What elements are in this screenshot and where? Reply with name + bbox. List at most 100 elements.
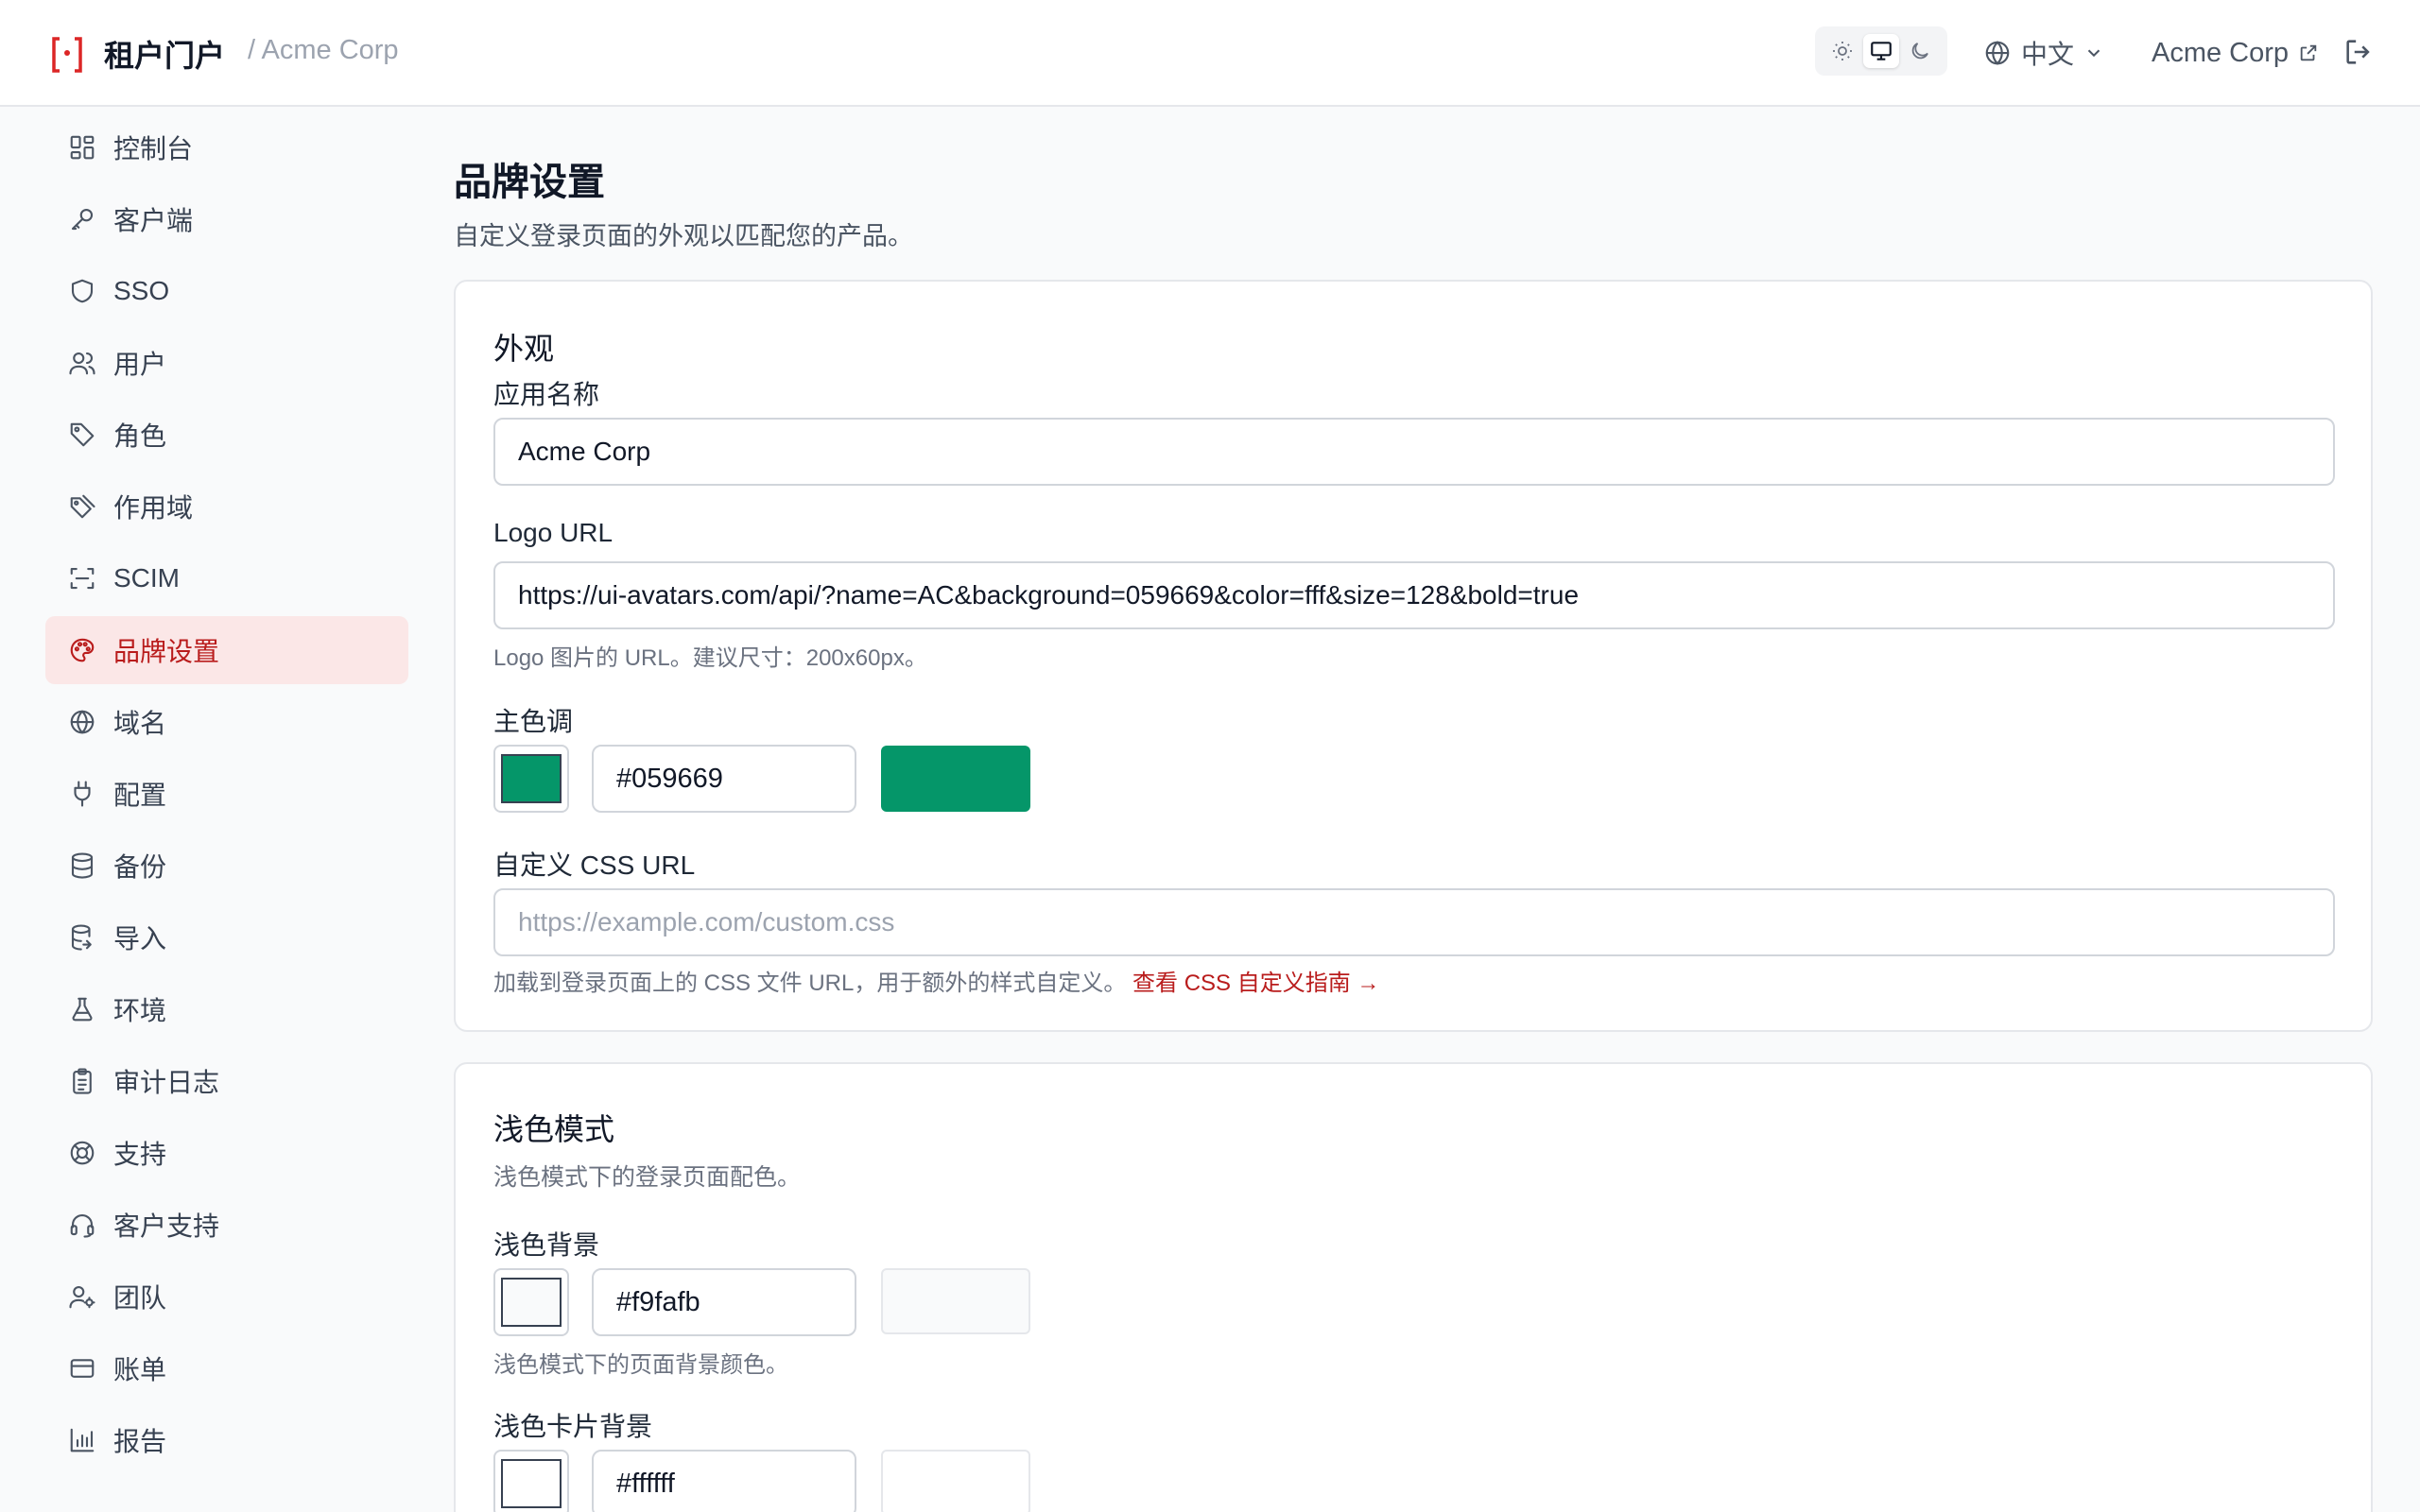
globe-icon [66,706,98,738]
breadcrumb-tenant: / Acme Corp [248,35,399,65]
sidebar-item-bar-chart[interactable]: 报告 [45,1406,408,1474]
headset-icon [66,1209,98,1241]
sidebar-item-database[interactable]: 备份 [45,832,408,900]
sidebar-item-label: SCIM [113,563,180,593]
sidebar-item-flask[interactable]: 环境 [45,975,408,1043]
users-icon [66,347,98,379]
flask-icon [66,993,98,1025]
css-guide-link[interactable]: 查看 CSS 自定义指南 → [1132,971,1379,996]
dashboard-icon [66,131,98,163]
sidebar-item-shield[interactable]: SSO [45,257,408,325]
sidebar-item-label: 品牌设置 [113,637,220,666]
app-name-label: 应用名称 [493,380,600,409]
sidebar-item-label: 导入 [113,924,167,954]
light-bg-hex-input[interactable] [592,1268,856,1336]
top-header: 租户门户 / Acme Corp 中文 Acme Corp [0,0,2420,107]
palette-icon [66,634,98,666]
light-bg-label: 浅色背景 [493,1230,600,1260]
tag-icon [66,419,98,451]
theme-switcher [1815,26,1947,76]
brand-logo-icon [52,37,82,73]
custom-css-help: 加载到登录页面上的 CSS 文件 URL，用于额外的样式自定义。 查看 CSS … [493,964,1379,997]
sidebar-item-label: 支持 [113,1140,167,1169]
light-bg-color-swatch [501,1278,562,1327]
sidebar-item-dashboard[interactable]: 控制台 [45,113,408,181]
sidebar-item-plug[interactable]: 配置 [45,760,408,828]
database-import-icon [66,921,98,954]
appearance-card: 外观 应用名称 Logo URL Logo 图片的 URL。建议尺寸：200x6… [454,280,2373,1032]
light-bg-color-picker[interactable] [493,1268,569,1336]
primary-color-picker[interactable] [493,745,569,813]
light-mode-card-title: 浅色模式 [493,1112,615,1146]
brand-title: 租户门户 [104,39,226,73]
sidebar-item-scan[interactable]: SCIM [45,544,408,612]
sidebar-item-team[interactable]: 团队 [45,1263,408,1331]
moon-icon [1911,43,1928,60]
primary-color-swatch [501,754,562,803]
light-bg-preview [881,1268,1030,1334]
logo-url-input[interactable] [493,561,2335,629]
appearance-card-title: 外观 [493,332,555,366]
sidebar-item-tags[interactable]: 作用域 [45,472,408,541]
language-select[interactable]: 中文 [1983,34,2104,72]
light-card-bg-label: 浅色卡片背景 [493,1412,653,1441]
monitor-icon [1871,42,1892,60]
sidebar-item-label: 控制台 [113,134,194,163]
clipboard-icon [66,1065,98,1097]
sidebar-item-clipboard[interactable]: 审计日志 [45,1047,408,1115]
light-card-bg-color-swatch [501,1459,562,1508]
primary-color-hex-input[interactable] [592,745,856,813]
sidebar-item-users[interactable]: 用户 [45,329,408,397]
sidebar-item-database-import[interactable]: 导入 [45,903,408,971]
database-icon [66,850,98,882]
light-card-bg-hex-input[interactable] [592,1450,856,1512]
theme-light-button[interactable] [1824,34,1860,68]
shield-icon [66,275,98,307]
external-link-icon [2300,44,2317,61]
theme-dark-button[interactable] [1902,34,1938,68]
sidebar-item-label: 团队 [113,1283,167,1313]
sidebar-item-headset[interactable]: 客户支持 [45,1191,408,1259]
tenant-link-label: Acme Corp [2152,37,2290,68]
light-mode-card: 浅色模式 浅色模式下的登录页面配色。 浅色背景 浅色模式下的页面背景颜色。 浅色… [454,1062,2373,1512]
team-icon [66,1280,98,1313]
primary-color-preview [881,746,1030,812]
light-card-bg-color-picker[interactable] [493,1450,569,1512]
sidebar-item-label: 用户 [113,350,167,379]
sidebar-item-label: 客户端 [113,206,194,235]
logout-icon[interactable] [2342,36,2375,68]
sidebar-item-credit-card[interactable]: 账单 [45,1334,408,1402]
sidebar-item-key[interactable]: 客户端 [45,185,408,253]
custom-css-help-text: 加载到登录页面上的 CSS 文件 URL，用于额外的样式自定义。 [493,971,1127,996]
custom-css-label: 自定义 CSS URL [493,850,696,880]
sidebar-item-label: 客户支持 [113,1211,220,1241]
lifebuoy-icon [66,1137,98,1169]
tenant-external-link[interactable]: Acme Corp [2152,34,2319,72]
theme-system-button[interactable] [1863,34,1899,68]
light-bg-help: 浅色模式下的页面背景颜色。 [493,1352,788,1378]
sidebar-item-label: 账单 [113,1355,167,1384]
key-icon [66,203,98,235]
scan-icon [66,562,98,594]
primary-color-label: 主色调 [493,707,574,736]
credit-card-icon [66,1352,98,1384]
sidebar-item-tag[interactable]: 角色 [45,401,408,469]
sidebar-item-label: 作用域 [113,493,194,523]
sidebar-item-label: 备份 [113,852,167,882]
app-name-input[interactable] [493,418,2335,486]
sun-icon [1833,42,1852,60]
tags-icon [66,490,98,523]
sidebar-item-label: 环境 [113,996,167,1025]
sidebar-item-globe[interactable]: 域名 [45,688,408,756]
sidebar-item-palette[interactable]: 品牌设置 [45,616,408,684]
language-label: 中文 [2021,40,2075,69]
sidebar-item-label: SSO [113,276,170,305]
sidebar-item-label: 配置 [113,781,167,810]
sidebar-item-label: 域名 [113,709,167,738]
globe-icon [1985,41,2010,65]
sidebar-item-label: 角色 [113,421,167,451]
sidebar-item-lifebuoy[interactable]: 支持 [45,1119,408,1187]
light-mode-card-description: 浅色模式下的登录页面配色。 [493,1164,802,1191]
bar-chart-icon [66,1424,98,1456]
custom-css-input[interactable] [493,888,2335,956]
